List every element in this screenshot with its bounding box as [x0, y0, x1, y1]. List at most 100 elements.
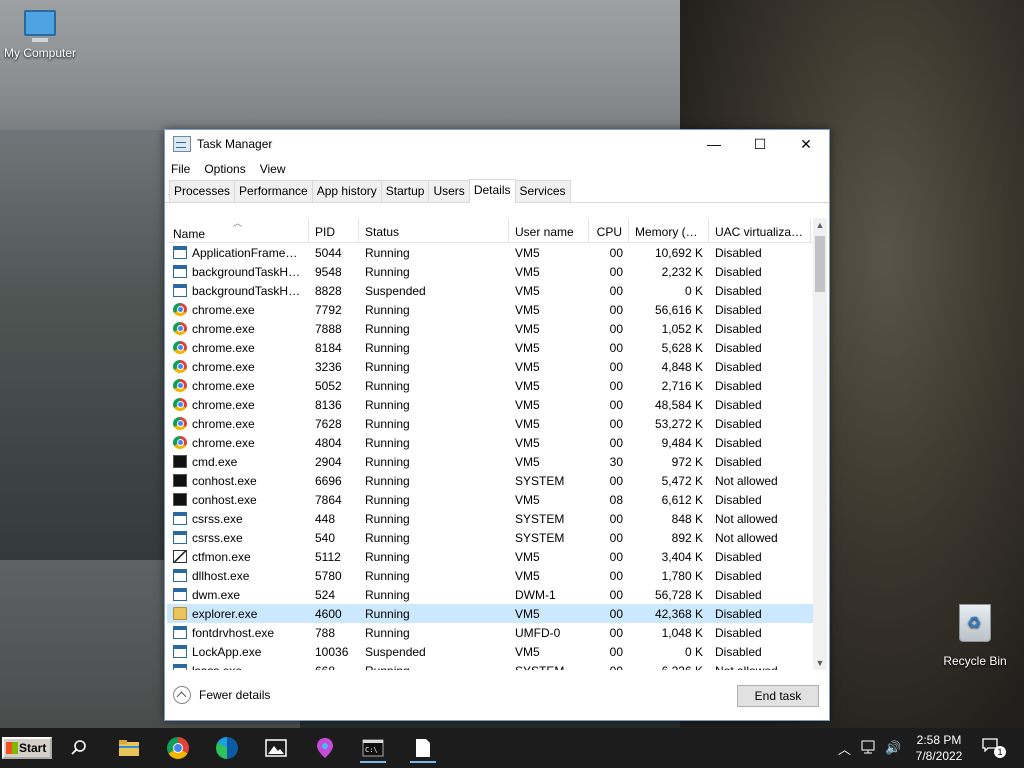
fewer-details-link[interactable]: Fewer details	[173, 686, 270, 704]
menu-view[interactable]: View	[260, 162, 286, 176]
tab-performance[interactable]: Performance	[234, 180, 313, 202]
table-row[interactable]: LockApp.exe 10036 Suspended VM5 00 0 K Disable…	[167, 642, 813, 661]
table-row[interactable]: ApplicationFrameHo... 5044 Running VM5 00 10,…	[167, 243, 813, 262]
column-header-pid[interactable]: PID	[309, 218, 359, 242]
process-pid: 448	[315, 511, 336, 526]
process-name-text: ctfmon.exe	[192, 549, 251, 564]
scroll-down-arrow-icon[interactable]: ▼	[813, 656, 827, 670]
process-status: Running	[365, 492, 410, 507]
table-row[interactable]: chrome.exe 7888 Running VM5 00 1,052 K Disable…	[167, 319, 813, 338]
process-name: chrome.exe	[167, 303, 309, 317]
process-uac: Disabled	[715, 644, 762, 659]
table-row[interactable]: lsass.exe 668RunningSYSTEM006,236 KNot al…	[167, 661, 813, 670]
table-row[interactable]: conhost.exe 7864 Running VM5 08 6,612 K Disabl…	[167, 490, 813, 509]
process-pid: 7888	[315, 321, 342, 336]
tab-startup[interactable]: Startup	[380, 180, 430, 202]
process-memory: 6,236 K	[629, 664, 709, 671]
process-status: Running	[359, 664, 509, 671]
process-name-text: dwm.exe	[192, 587, 241, 602]
photos-icon[interactable]	[263, 735, 289, 761]
process-pid: 7864	[315, 492, 342, 507]
tab-app-history[interactable]: App history	[311, 180, 382, 202]
menu-file[interactable]: File	[171, 162, 190, 176]
chrome-process-icon	[173, 360, 187, 373]
paint-icon[interactable]	[312, 735, 338, 761]
table-row[interactable]: chrome.exe 5052 Running VM5 00 2,716 K Disable…	[167, 376, 813, 395]
table-row[interactable]: explorer.exe 4600 Running VM5 00 42,368 K Disa…	[167, 604, 813, 623]
title-bar[interactable]: Task Manager — ☐ ✕	[165, 130, 829, 158]
table-row[interactable]: fontdrvhost.exe 788 Running UMFD-0 00 1,048 K…	[167, 623, 813, 642]
column-header-uac[interactable]: UAC virtualizat...	[709, 218, 811, 242]
process-cpu: 08	[609, 492, 623, 507]
chevron-up-icon[interactable]: ︿	[838, 739, 851, 758]
tab-processes[interactable]: Processes	[169, 180, 236, 202]
clock[interactable]: 2:58 PM 7/8/2022	[906, 732, 972, 764]
process-pid: 788	[315, 625, 336, 640]
action-center-icon[interactable]: 1	[982, 738, 1006, 758]
table-row[interactable]: conhost.exe 6696 Running SYSTEM 00 5,472 K Not…	[167, 471, 813, 490]
column-header-cpu[interactable]: CPU	[589, 218, 629, 242]
process-name: LockApp.exe	[167, 645, 309, 659]
tab-details[interactable]: Details	[468, 179, 516, 203]
process-uac: Disabled	[715, 302, 762, 317]
process-status: Running	[365, 549, 410, 564]
scroll-thumb[interactable]	[815, 236, 825, 292]
table-row[interactable]: dllhost.exe 5780 Running VM5 00 1,780 K Disabl…	[167, 566, 813, 585]
process-user: VM5	[515, 397, 540, 412]
table-row[interactable]: chrome.exe 4804 Running VM5 00 9,484 K Disable…	[167, 433, 813, 452]
search-icon[interactable]	[66, 735, 92, 761]
process-memory: 972 K	[671, 454, 703, 469]
desktop-icon-recycle-bin[interactable]: Recycle Bin	[935, 604, 1015, 668]
table-row[interactable]: backgroundTaskHos... 8828 Suspended VM5 00 0 …	[167, 281, 813, 300]
network-icon[interactable]	[861, 740, 877, 757]
maximize-button[interactable]: ☐	[737, 130, 783, 158]
table-row[interactable]: chrome.exe 8184 Running VM5 00 5,628 K Disable…	[167, 338, 813, 357]
menu-options[interactable]: Options	[204, 162, 245, 176]
column-header-memory[interactable]: Memory (a...	[629, 218, 709, 242]
process-status: Running	[365, 302, 410, 317]
process-name-text: fontdrvhost.exe	[192, 625, 275, 640]
start-button[interactable]: Start	[2, 737, 52, 759]
scroll-up-arrow-icon[interactable]: ▲	[813, 218, 827, 232]
process-status: Running	[365, 473, 410, 488]
table-row[interactable]: csrss.exe 448 Running SYSTEM 00 848 K Not allo…	[167, 509, 813, 528]
windows-logo-icon	[6, 742, 18, 754]
process-memory: 53,272 K	[654, 416, 703, 431]
chrome-icon[interactable]	[165, 735, 191, 761]
table-row[interactable]: cmd.exe 2904 Running VM5 30 972 K Disabled	[167, 452, 813, 471]
table-row[interactable]: chrome.exe 7628 Running VM5 00 53,272 K Disabl…	[167, 414, 813, 433]
table-row[interactable]: csrss.exe 540 Running SYSTEM 00 892 K Not allo…	[167, 528, 813, 547]
minimize-button[interactable]: —	[691, 130, 737, 158]
file-explorer-icon[interactable]	[116, 735, 142, 761]
close-button[interactable]: ✕	[783, 130, 829, 158]
edge-icon[interactable]	[214, 735, 240, 761]
app-process-icon	[173, 588, 187, 601]
computer-icon	[24, 10, 56, 42]
table-row[interactable]: ctfmon.exe 5112 Running VM5 00 3,404 K Disable…	[167, 547, 813, 566]
process-name-text: chrome.exe	[192, 340, 255, 355]
process-uac: Disabled	[715, 264, 762, 279]
tab-users[interactable]: Users	[428, 180, 470, 202]
process-name: chrome.exe	[167, 436, 309, 450]
table-row[interactable]: backgroundTaskHos... 9548 Running VM5 00 2,23…	[167, 262, 813, 281]
process-pid: 8828	[315, 283, 342, 298]
process-memory: 1,048 K	[661, 625, 703, 640]
column-header-status[interactable]: Status	[359, 218, 509, 242]
process-status: Running	[365, 530, 410, 545]
tab-services[interactable]: Services	[514, 180, 571, 202]
process-status: Running	[365, 416, 410, 431]
column-header-user-name[interactable]: User name	[509, 218, 589, 242]
desktop-icon-my-computer[interactable]: My Computer	[0, 10, 80, 60]
process-memory: 6,612 K	[661, 492, 703, 507]
process-name-text: chrome.exe	[192, 416, 255, 431]
volume-icon[interactable]: 🔊	[885, 740, 901, 756]
notepad-icon[interactable]	[410, 735, 436, 763]
table-row[interactable]: chrome.exe 3236 Running VM5 00 4,848 K Disable…	[167, 357, 813, 376]
process-status: Running	[365, 378, 410, 393]
table-row[interactable]: dwm.exe 524 Running DWM-1 00 56,728 K Disabled	[167, 585, 813, 604]
end-task-button[interactable]: End task	[737, 685, 819, 707]
command-prompt-icon[interactable]: C:\	[360, 735, 386, 763]
table-row[interactable]: chrome.exe 8136 Running VM5 00 48,584 K Disabl…	[167, 395, 813, 414]
vertical-scrollbar[interactable]: ▲ ▼	[813, 218, 827, 670]
table-row[interactable]: chrome.exe 7792 Running VM5 00 56,616 K Disabl…	[167, 300, 813, 319]
